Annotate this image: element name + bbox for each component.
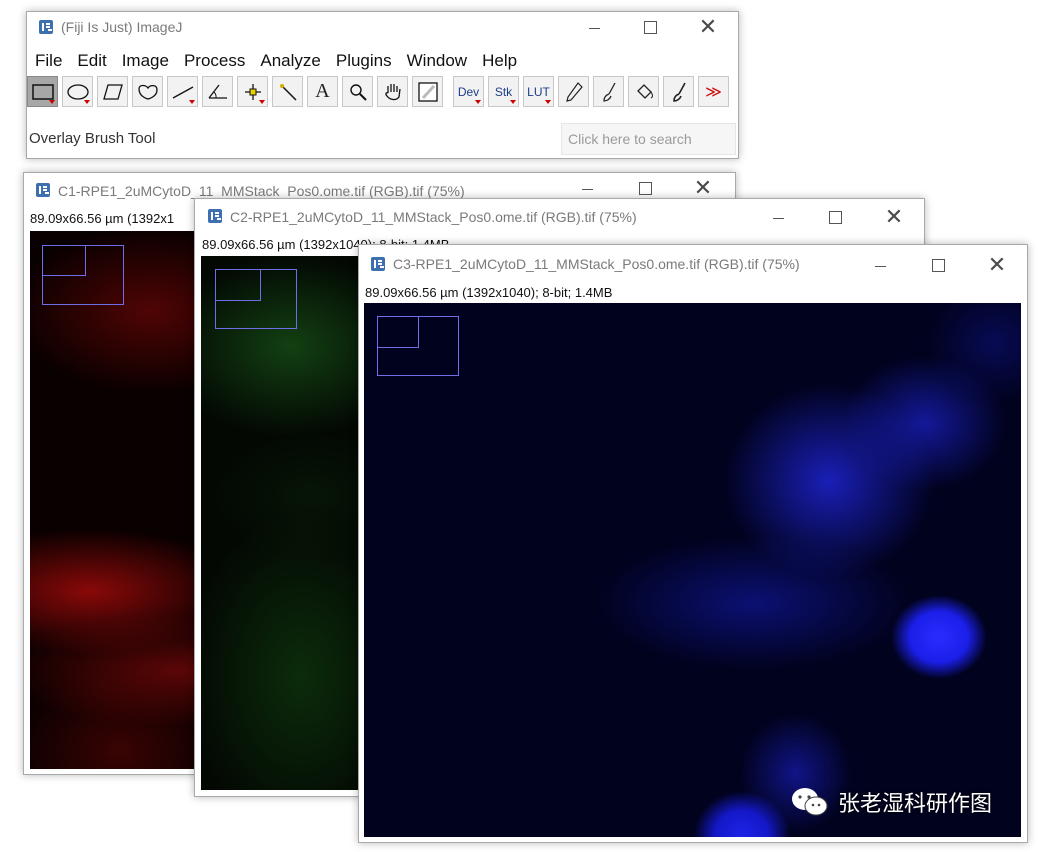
text-tool[interactable]: A	[307, 76, 338, 107]
oval-icon	[66, 83, 89, 100]
maximize-button[interactable]	[627, 12, 673, 42]
c2-window-title: C2-RPE1_2uMCytoD_11_MMStack_Pos0.ome.tif…	[230, 209, 637, 225]
c2-close-button[interactable]: ✕	[871, 202, 917, 232]
maximize-icon	[931, 258, 945, 272]
c3-minimize-button[interactable]	[857, 250, 903, 280]
rectangle-tool[interactable]	[27, 76, 58, 107]
tool-bar: A Dev Stk LUT ≫	[27, 76, 733, 107]
hand-tool[interactable]	[377, 76, 408, 107]
angle-icon	[207, 84, 227, 99]
c3-roi-inner	[378, 317, 419, 348]
stk-label: Stk	[494, 84, 513, 99]
maximize-icon	[638, 181, 652, 195]
maximize-icon	[643, 20, 657, 34]
wand-icon	[279, 83, 297, 101]
c2-roi-rectangle[interactable]	[215, 269, 297, 329]
brush-icon	[602, 82, 616, 102]
watermark: 张老湿科研作图	[790, 786, 992, 818]
pencil-icon	[565, 81, 583, 102]
c1-window-title: C1-RPE1_2uMCytoD_11_MMStack_Pos0.ome.tif…	[58, 183, 465, 199]
dev-tool[interactable]: Dev	[453, 76, 484, 107]
minimize-icon	[581, 188, 593, 190]
c1-image-info: 89.09x66.56 µm (1392x1	[30, 211, 175, 226]
c3-image-canvas[interactable]	[364, 303, 1021, 837]
hand-icon	[384, 83, 401, 100]
menu-image[interactable]: Image	[122, 51, 178, 71]
menu-process[interactable]: Process	[184, 51, 254, 71]
c1-titlebar[interactable]: C1-RPE1_2uMCytoD_11_MMStack_Pos0.ome.tif…	[24, 173, 735, 201]
c2-minimize-button[interactable]	[755, 202, 801, 232]
color-picker-icon	[417, 81, 438, 102]
menu-edit[interactable]: Edit	[77, 51, 115, 71]
angle-tool[interactable]	[202, 76, 233, 107]
overlay-brush-icon	[672, 82, 686, 102]
line-icon	[172, 85, 193, 99]
text-icon: A	[315, 80, 330, 102]
menu-bar: File Edit Image Process Analyze Plugins …	[35, 51, 532, 71]
overlay-brush-tool[interactable]	[663, 76, 694, 107]
fiji-app-icon	[39, 20, 53, 34]
image-window-c3[interactable]: C3-RPE1_2uMCytoD_11_MMStack_Pos0.ome.tif…	[358, 244, 1028, 843]
menu-analyze[interactable]: Analyze	[260, 51, 329, 71]
zoom-tool[interactable]	[342, 76, 373, 107]
point-tool[interactable]	[237, 76, 268, 107]
imagej-main-window: (Fiji Is Just) ImageJ ✕ File Edit Image …	[26, 11, 739, 159]
stk-tool[interactable]: Stk	[488, 76, 519, 107]
c3-titlebar[interactable]: C3-RPE1_2uMCytoD_11_MMStack_Pos0.ome.tif…	[359, 245, 1027, 279]
wechat-icon	[792, 788, 828, 816]
c1-app-icon	[36, 183, 50, 197]
c1-roi-inner	[43, 246, 86, 276]
lut-tool[interactable]: LUT	[523, 76, 554, 107]
main-window-title: (Fiji Is Just) ImageJ	[61, 19, 183, 35]
line-tool[interactable]	[167, 76, 198, 107]
lut-label: LUT	[527, 84, 550, 99]
c3-window-title: C3-RPE1_2uMCytoD_11_MMStack_Pos0.ome.tif…	[393, 256, 800, 272]
flood-fill-tool[interactable]	[628, 76, 659, 107]
minimize-icon	[588, 27, 600, 29]
menu-help[interactable]: Help	[482, 51, 526, 71]
c2-app-icon	[208, 209, 222, 223]
c2-roi-inner	[216, 270, 261, 301]
close-icon: ✕	[884, 204, 904, 229]
menu-window[interactable]: Window	[407, 51, 476, 71]
double-chevron-icon: ≫	[705, 83, 722, 101]
magnifier-icon	[349, 83, 367, 101]
c3-image-info: 89.09x66.56 µm (1392x1040); 8-bit; 1.4MB	[365, 285, 613, 300]
wand-tool[interactable]	[272, 76, 303, 107]
c2-maximize-button[interactable]	[812, 202, 858, 232]
point-icon	[244, 83, 261, 100]
watermark-text: 张老湿科研作图	[838, 792, 993, 817]
c3-close-button[interactable]: ✕	[974, 250, 1020, 280]
more-tools-button[interactable]: ≫	[698, 76, 729, 107]
oval-tool[interactable]	[62, 76, 93, 107]
menu-file[interactable]: File	[35, 51, 71, 71]
c1-roi-rectangle[interactable]	[42, 245, 124, 305]
bucket-icon	[636, 83, 653, 99]
c2-titlebar[interactable]: C2-RPE1_2uMCytoD_11_MMStack_Pos0.ome.tif…	[195, 199, 924, 229]
color-picker-tool[interactable]	[412, 76, 443, 107]
close-icon: ✕	[698, 14, 718, 39]
rectangle-icon	[31, 83, 54, 100]
c3-roi-rectangle[interactable]	[377, 316, 459, 376]
main-titlebar[interactable]: (Fiji Is Just) ImageJ ✕	[27, 12, 738, 42]
minimize-icon	[772, 217, 784, 219]
polygon-tool[interactable]	[97, 76, 128, 107]
freehand-tool[interactable]	[132, 76, 163, 107]
pencil-tool[interactable]	[558, 76, 589, 107]
minimize-icon	[874, 265, 886, 267]
close-button[interactable]: ✕	[685, 12, 731, 42]
brush-tool[interactable]	[593, 76, 624, 107]
search-input[interactable]: Click here to search	[561, 123, 736, 155]
polygon-icon	[102, 83, 123, 100]
status-bar: Overlay Brush Tool	[29, 130, 156, 147]
c3-app-icon	[371, 257, 385, 271]
menu-plugins[interactable]: Plugins	[336, 51, 401, 71]
close-icon: ✕	[987, 252, 1007, 277]
c3-maximize-button[interactable]	[915, 250, 961, 280]
minimize-button[interactable]	[571, 12, 617, 42]
maximize-icon	[828, 210, 842, 224]
dev-label: Dev	[457, 84, 480, 99]
freehand-icon	[137, 84, 158, 100]
